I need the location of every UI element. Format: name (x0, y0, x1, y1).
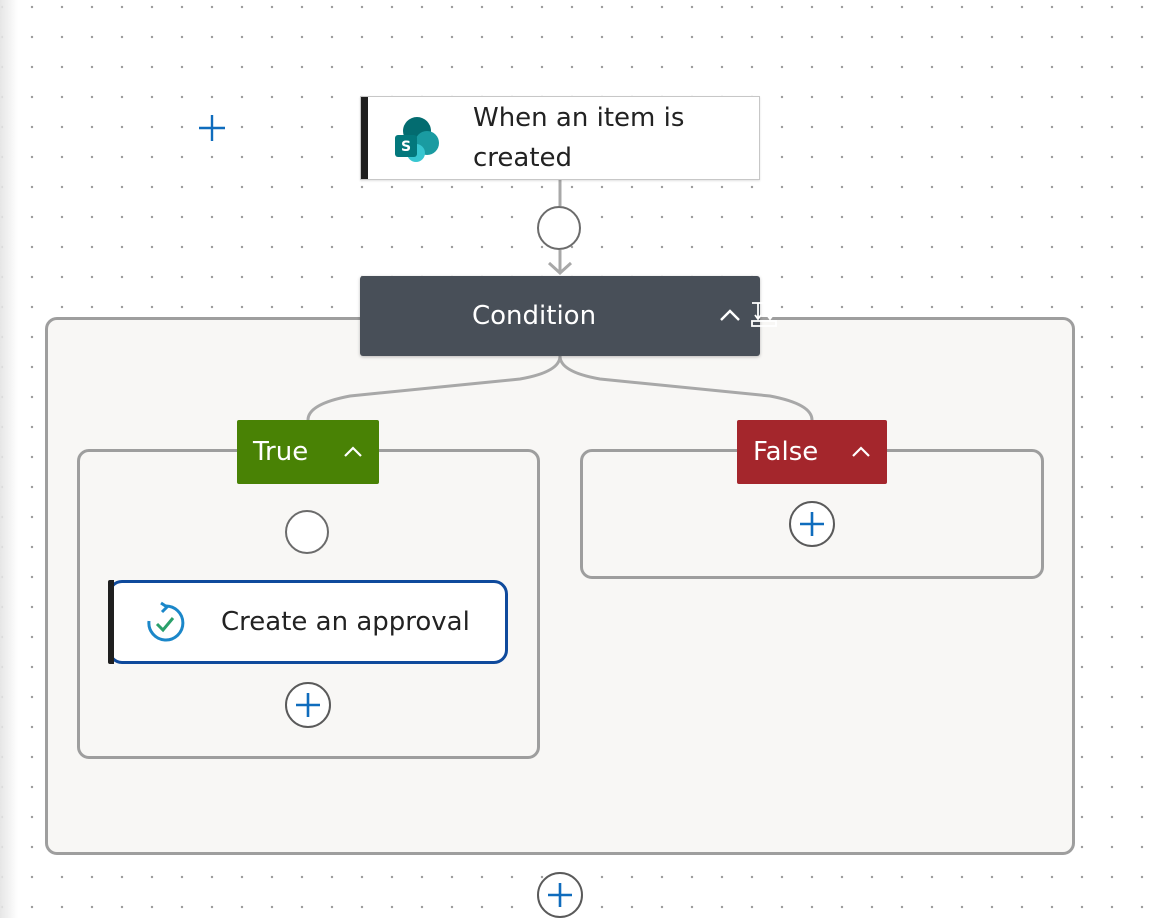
false-branch-label: False (753, 437, 819, 467)
plus-icon (800, 512, 824, 536)
approval-card-accent (108, 580, 114, 664)
trigger-card-title: When an item is created (473, 103, 685, 173)
condition-icon (746, 296, 782, 336)
sharepoint-icon: S (389, 111, 445, 167)
chevron-up-icon[interactable] (341, 440, 365, 471)
trigger-card[interactable]: S When an item is created (360, 96, 760, 180)
insert-step-circle[interactable] (537, 206, 581, 250)
plus-icon (296, 693, 320, 717)
create-approval-card[interactable]: Create an approval (108, 580, 508, 664)
add-step-bottom-button[interactable] (537, 872, 583, 918)
insert-step-circle[interactable] (285, 510, 329, 554)
true-branch-tag[interactable]: True (237, 420, 379, 484)
chevron-up-icon[interactable] (849, 440, 873, 471)
true-branch-label: True (253, 437, 309, 467)
false-branch-tag[interactable]: False (737, 420, 887, 484)
plus-icon (548, 883, 572, 907)
create-approval-title: Create an approval (221, 607, 470, 637)
condition-header[interactable]: Condition (360, 276, 777, 356)
chevron-up-icon[interactable] (716, 302, 744, 334)
add-action-true-button[interactable] (285, 682, 331, 728)
trigger-card-accent (361, 97, 368, 179)
condition-title: Condition (472, 301, 597, 331)
svg-text:S: S (401, 139, 411, 155)
add-action-false-button[interactable] (789, 501, 835, 547)
approval-icon (143, 601, 187, 649)
